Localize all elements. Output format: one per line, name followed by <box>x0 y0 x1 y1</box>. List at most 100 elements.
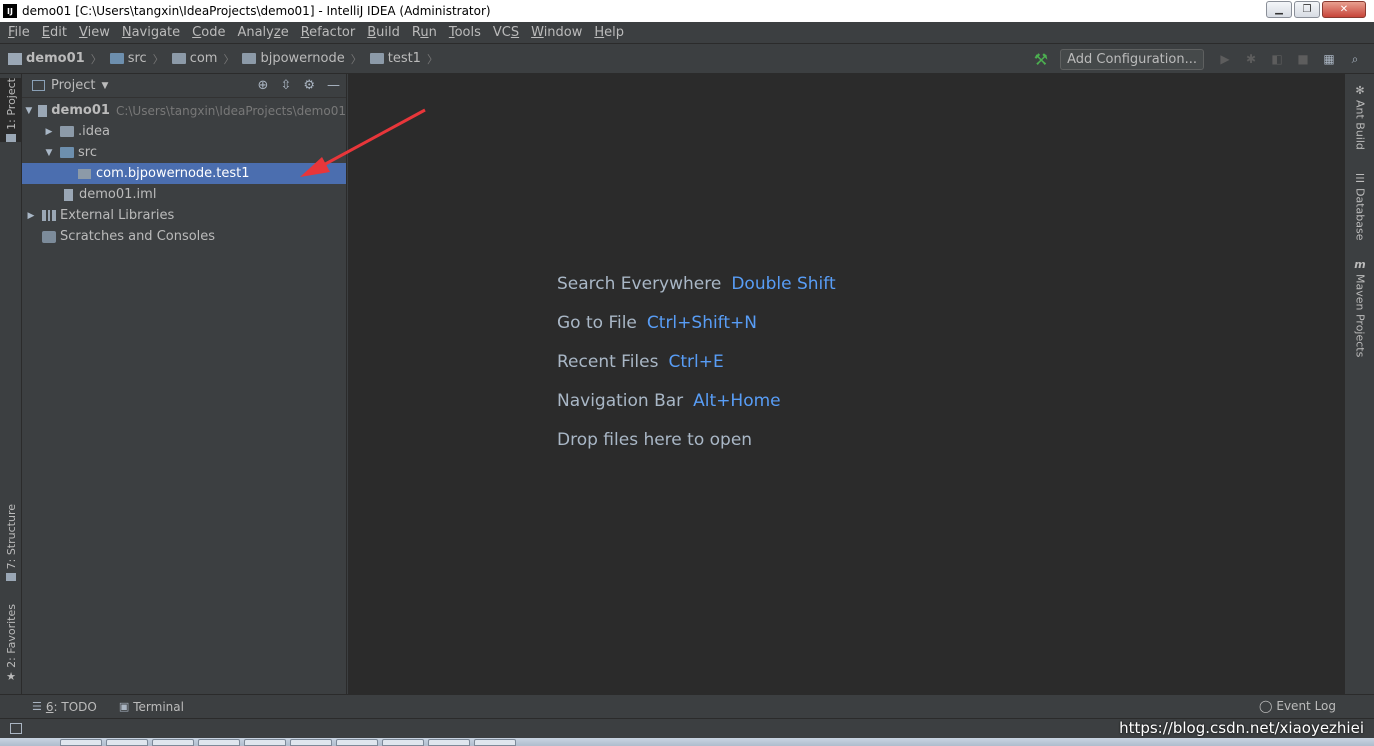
menu-vcs[interactable]: VCS <box>487 25 525 40</box>
library-icon <box>42 210 56 221</box>
tab-maven-projects[interactable]: m Maven Projects <box>1345 258 1374 357</box>
collapsed-arrow-icon[interactable]: ▶ <box>24 211 38 221</box>
menu-navigate[interactable]: Navigate <box>116 25 186 40</box>
hint-go-to-file: Go to File Ctrl+Shift+N <box>557 313 757 333</box>
right-tool-strip: ✻ Ant Build ☰ Database m Maven Projects <box>1344 74 1374 694</box>
breadcrumb-test1[interactable]: test1 〉 <box>362 51 438 67</box>
add-configuration-button[interactable]: Add Configuration... <box>1060 48 1204 70</box>
menu-analyze[interactable]: Analyze <box>231 25 294 40</box>
tree-row-demo01[interactable]: ▼ demo01 C:\Users\tangxin\IdeaProjects\d… <box>22 100 346 121</box>
tab-structure[interactable]: 7: Structure <box>0 504 22 582</box>
package-icon <box>78 168 91 179</box>
project-tree: ▼ demo01 C:\Users\tangxin\IdeaProjects\d… <box>22 98 346 247</box>
event-log-icon: ◯ <box>1258 699 1273 713</box>
module-icon <box>8 52 22 65</box>
terminal-icon: ▣ <box>118 700 130 713</box>
close-button[interactable]: ✕ <box>1322 1 1366 18</box>
editor-area[interactable]: Search Everywhere Double Shift Go to File… <box>348 74 1344 694</box>
module-icon <box>37 104 48 117</box>
collapsed-arrow-icon[interactable]: ▶ <box>42 127 56 137</box>
navigation-bar: demo01 〉 src 〉 com 〉 bjpowernode 〉 test1 〉 ⚒ … <box>0 44 1374 74</box>
tree-row-external-libraries[interactable]: ▶ External Libraries <box>22 205 346 226</box>
menu-window[interactable]: Window <box>525 25 588 40</box>
menu-file[interactable]: File <box>2 25 36 40</box>
taskbar-button[interactable] <box>244 739 286 746</box>
tab-database[interactable]: ☰ Database <box>1345 172 1374 241</box>
left-tool-strip: 1: Project 7: Structure 2: Favorites ★ <box>0 74 22 694</box>
hint-navigation-bar: Navigation Bar Alt+Home <box>557 391 781 411</box>
taskbar-button[interactable] <box>336 739 378 746</box>
chevron-down-icon[interactable]: ▼ <box>101 81 108 91</box>
expanded-arrow-icon[interactable]: ▼ <box>42 148 56 158</box>
stop-icon[interactable]: ■ <box>1296 52 1310 66</box>
run-icon[interactable]: ▶ <box>1218 52 1232 66</box>
taskbar-button[interactable] <box>198 739 240 746</box>
run-toolbar: ⚒ Add Configuration... ▶ ✱ ◧ ■ ▦ ⌕ <box>1034 44 1374 74</box>
taskbar-button[interactable] <box>290 739 332 746</box>
maximize-button[interactable]: ❐ <box>1294 1 1320 18</box>
project-folder-icon <box>6 133 16 142</box>
debug-icon[interactable]: ✱ <box>1244 52 1258 66</box>
taskbar-button[interactable] <box>428 739 470 746</box>
breadcrumb-demo01[interactable]: demo01 〉 <box>0 51 102 67</box>
project-tool-window: Project ▼ ⊕ ⇳ ⚙ — ▼ demo01 C:\Users\tang… <box>22 74 347 694</box>
menu-view[interactable]: View <box>73 25 116 40</box>
menu-build[interactable]: Build <box>361 25 406 40</box>
database-icon: ☰ <box>1355 172 1365 185</box>
menu-tools[interactable]: Tools <box>443 25 487 40</box>
search-icon[interactable]: ⌕ <box>1348 52 1362 66</box>
todo-list-icon: ☰ <box>32 700 42 713</box>
gear-icon[interactable]: ⚙ <box>303 78 315 93</box>
package-icon <box>369 53 384 64</box>
expanded-arrow-icon[interactable]: ▼ <box>24 106 34 116</box>
package-icon <box>171 53 186 64</box>
hint-drop-files: Drop files here to open <box>557 430 753 450</box>
taskbar-button[interactable] <box>152 739 194 746</box>
tool-windows-toggle-icon[interactable] <box>10 723 22 734</box>
watermark-url: https://blog.csdn.net/xiaoyezhiei <box>1119 719 1364 737</box>
tree-row-scratches[interactable]: Scratches and Consoles <box>22 226 346 247</box>
scratches-icon <box>42 230 56 243</box>
build-hammer-icon[interactable]: ⚒ <box>1034 50 1048 69</box>
locate-target-icon[interactable]: ⊕ <box>258 78 269 93</box>
hide-panel-icon[interactable]: — <box>327 78 340 93</box>
tree-row-idea[interactable]: ▶ .idea <box>22 121 346 142</box>
bottom-tool-bar: ☰ 6: TODO ▣ Terminal ◯ Event Log <box>0 694 1374 718</box>
breadcrumb-bjpowernode[interactable]: bjpowernode 〉 <box>234 51 362 67</box>
status-bar: https://blog.csdn.net/xiaoyezhiei <box>0 718 1374 738</box>
package-icon <box>242 53 257 64</box>
minimize-button[interactable]: ▁ <box>1266 1 1292 18</box>
tab-terminal[interactable]: ▣ Terminal <box>119 700 184 714</box>
ant-icon: ✻ <box>1355 84 1365 97</box>
structure-icon <box>6 573 16 582</box>
breadcrumb-src[interactable]: src 〉 <box>102 51 164 67</box>
taskbar-button[interactable] <box>474 739 516 746</box>
project-view-selector[interactable]: Project <box>51 78 95 93</box>
menu-edit[interactable]: Edit <box>36 25 73 40</box>
tab-event-log[interactable]: ◯ Event Log <box>1259 699 1336 713</box>
tab-ant-build[interactable]: ✻ Ant Build <box>1345 84 1374 150</box>
project-structure-icon[interactable]: ▦ <box>1322 52 1336 66</box>
taskbar-button[interactable] <box>382 739 424 746</box>
tree-row-src[interactable]: ▼ src <box>22 142 346 163</box>
maven-icon: m <box>1354 258 1366 271</box>
menu-run[interactable]: Run <box>406 25 443 40</box>
source-folder-icon <box>109 53 124 64</box>
tab-project[interactable]: 1: Project <box>0 78 22 142</box>
tree-row-demo01-iml[interactable]: demo01.iml <box>22 184 346 205</box>
taskbar-button[interactable] <box>60 739 102 746</box>
project-view-icon <box>32 80 45 91</box>
collapse-all-icon[interactable]: ⇳ <box>280 78 291 93</box>
intellij-app-icon: IJ <box>3 4 17 18</box>
folder-icon <box>60 126 74 137</box>
tree-row-package-test1[interactable]: com.bjpowernode.test1 <box>22 163 346 184</box>
coverage-icon[interactable]: ◧ <box>1270 52 1284 66</box>
menu-code[interactable]: Code <box>186 25 231 40</box>
taskbar-button[interactable] <box>106 739 148 746</box>
os-taskbar <box>0 738 1374 746</box>
menu-help[interactable]: Help <box>588 25 630 40</box>
breadcrumb-com[interactable]: com 〉 <box>164 51 234 67</box>
tab-todo[interactable]: ☰ 6: TODO <box>32 700 97 714</box>
tab-favorites[interactable]: 2: Favorites ★ <box>0 604 22 683</box>
menu-refactor[interactable]: Refactor <box>295 25 362 40</box>
